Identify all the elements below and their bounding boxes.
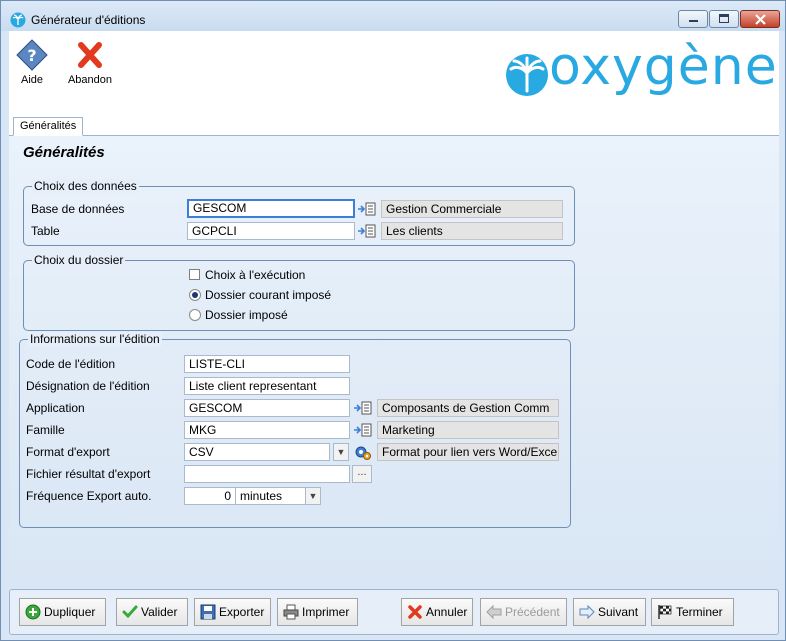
data-choice-legend: Choix des données <box>32 179 139 193</box>
toolbar: ? Aide Abandon oxygène <box>9 31 779 117</box>
print-button[interactable]: Imprimer <box>277 598 358 626</box>
cancel-label: Annuler <box>426 605 468 619</box>
section-title: Généralités <box>23 144 105 161</box>
oxygene-logo: oxygène <box>501 37 777 99</box>
table-label: Table <box>31 224 60 238</box>
folder-choice-group: Choix du dossier Choix à l'exécution Dos… <box>23 253 575 331</box>
checkered-flag-icon <box>658 605 672 619</box>
next-label: Suivant <box>598 605 639 619</box>
export-label: Exporter <box>219 605 265 619</box>
validate-label: Valider <box>141 605 178 619</box>
maximize-icon <box>719 14 729 23</box>
database-description: Gestion Commerciale <box>381 200 563 218</box>
content-panel: Généralités Choix des données Base de do… <box>9 136 779 581</box>
check-icon <box>122 605 138 619</box>
previous-button[interactable]: Précédent <box>480 598 567 626</box>
family-input[interactable]: MKG <box>184 421 350 439</box>
close-icon <box>755 14 766 25</box>
arrow-left-icon <box>486 604 502 620</box>
gear-icon[interactable] <box>354 444 372 461</box>
execution-choice-label: Choix à l'exécution <box>205 268 306 282</box>
tab-generalites[interactable]: Généralités <box>13 117 84 136</box>
finish-button[interactable]: Terminer <box>651 598 734 626</box>
frequency-unit-select[interactable]: minutes <box>235 487 307 505</box>
printer-icon <box>283 604 299 620</box>
title-bar: Générateur d'éditions <box>1 1 785 31</box>
cancel-icon <box>408 605 422 619</box>
imposed-folder-radio[interactable] <box>189 309 201 321</box>
execution-choice-checkbox[interactable] <box>189 269 200 280</box>
arrow-right-icon <box>579 604 595 620</box>
previous-label: Précédent <box>505 605 560 619</box>
print-label: Imprimer <box>302 605 350 619</box>
current-folder-label: Dossier courant imposé <box>205 288 332 302</box>
application-input[interactable]: GESCOM <box>184 399 350 417</box>
export-format-description: Format pour lien vers Word/Exce <box>377 443 559 461</box>
table-description: Les clients <box>381 222 563 240</box>
browse-button[interactable]: ... <box>352 465 372 483</box>
minimize-button[interactable] <box>678 10 708 28</box>
finish-label: Terminer <box>676 605 723 619</box>
code-input[interactable]: LISTE-CLI <box>184 355 350 373</box>
duplicate-label: Dupliquer <box>44 605 96 619</box>
minimize-icon <box>689 20 698 22</box>
table-input[interactable]: GCPCLI <box>187 222 355 240</box>
footer-bar: Dupliquer Valider Exporter Imprimer Annu… <box>9 589 779 635</box>
export-button[interactable]: Exporter <box>194 598 271 626</box>
family-label: Famille <box>26 423 65 437</box>
validate-button[interactable]: Valider <box>116 598 188 626</box>
cancel-button[interactable]: Annuler <box>401 598 473 626</box>
designation-input[interactable]: Liste client representant <box>184 377 350 395</box>
help-icon: ? <box>16 39 48 71</box>
svg-text:?: ? <box>27 46 36 65</box>
database-input[interactable]: GESCOM <box>187 199 355 218</box>
duplicate-button[interactable]: Dupliquer <box>19 598 106 626</box>
application-label: Application <box>26 401 85 415</box>
close-button[interactable] <box>740 10 780 28</box>
export-format-select[interactable]: CSV <box>184 443 330 461</box>
data-choice-group: Choix des données Base de données GESCOM… <box>23 179 575 246</box>
current-folder-radio[interactable] <box>189 289 201 301</box>
abort-button[interactable]: Abandon <box>65 39 115 86</box>
frequency-input[interactable]: 0 <box>184 487 236 505</box>
family-lookup-icon[interactable] <box>353 421 373 439</box>
brand-name: oxygène <box>549 37 778 97</box>
family-description: Marketing <box>377 421 559 439</box>
database-lookup-icon[interactable] <box>357 200 377 218</box>
main-window: Générateur d'éditions ? Aide Abandon oxy… <box>0 0 786 641</box>
app-icon <box>10 12 26 28</box>
database-label: Base de données <box>31 202 125 216</box>
designation-label: Désignation de l'édition <box>26 379 150 393</box>
application-lookup-icon[interactable] <box>353 399 373 417</box>
help-button[interactable]: ? Aide <box>13 39 51 86</box>
export-format-label: Format d'export <box>26 445 110 459</box>
help-label: Aide <box>20 74 44 86</box>
imposed-folder-label: Dossier imposé <box>205 308 288 322</box>
window-title: Générateur d'éditions <box>31 13 146 27</box>
save-icon <box>200 604 216 620</box>
abort-icon <box>78 42 102 68</box>
export-format-dropdown-button[interactable]: ▼ <box>333 443 349 461</box>
application-description: Composants de Gestion Comm <box>377 399 559 417</box>
abort-label: Abandon <box>67 74 113 86</box>
edition-info-legend: Informations sur l'édition <box>28 332 162 346</box>
table-lookup-icon[interactable] <box>357 222 377 240</box>
result-file-label: Fichier résultat d'export <box>26 467 151 481</box>
result-file-input[interactable] <box>184 465 350 483</box>
tab-strip: Généralités <box>9 117 779 136</box>
next-button[interactable]: Suivant <box>573 598 646 626</box>
plus-icon <box>25 604 41 620</box>
folder-choice-legend: Choix du dossier <box>32 253 126 267</box>
code-label: Code de l'édition <box>26 357 116 371</box>
frequency-unit-dropdown-button[interactable]: ▼ <box>305 487 321 505</box>
edition-info-group: Informations sur l'édition Code de l'édi… <box>19 332 571 528</box>
maximize-button[interactable] <box>709 10 739 28</box>
frequency-label: Fréquence Export auto. <box>26 489 152 503</box>
